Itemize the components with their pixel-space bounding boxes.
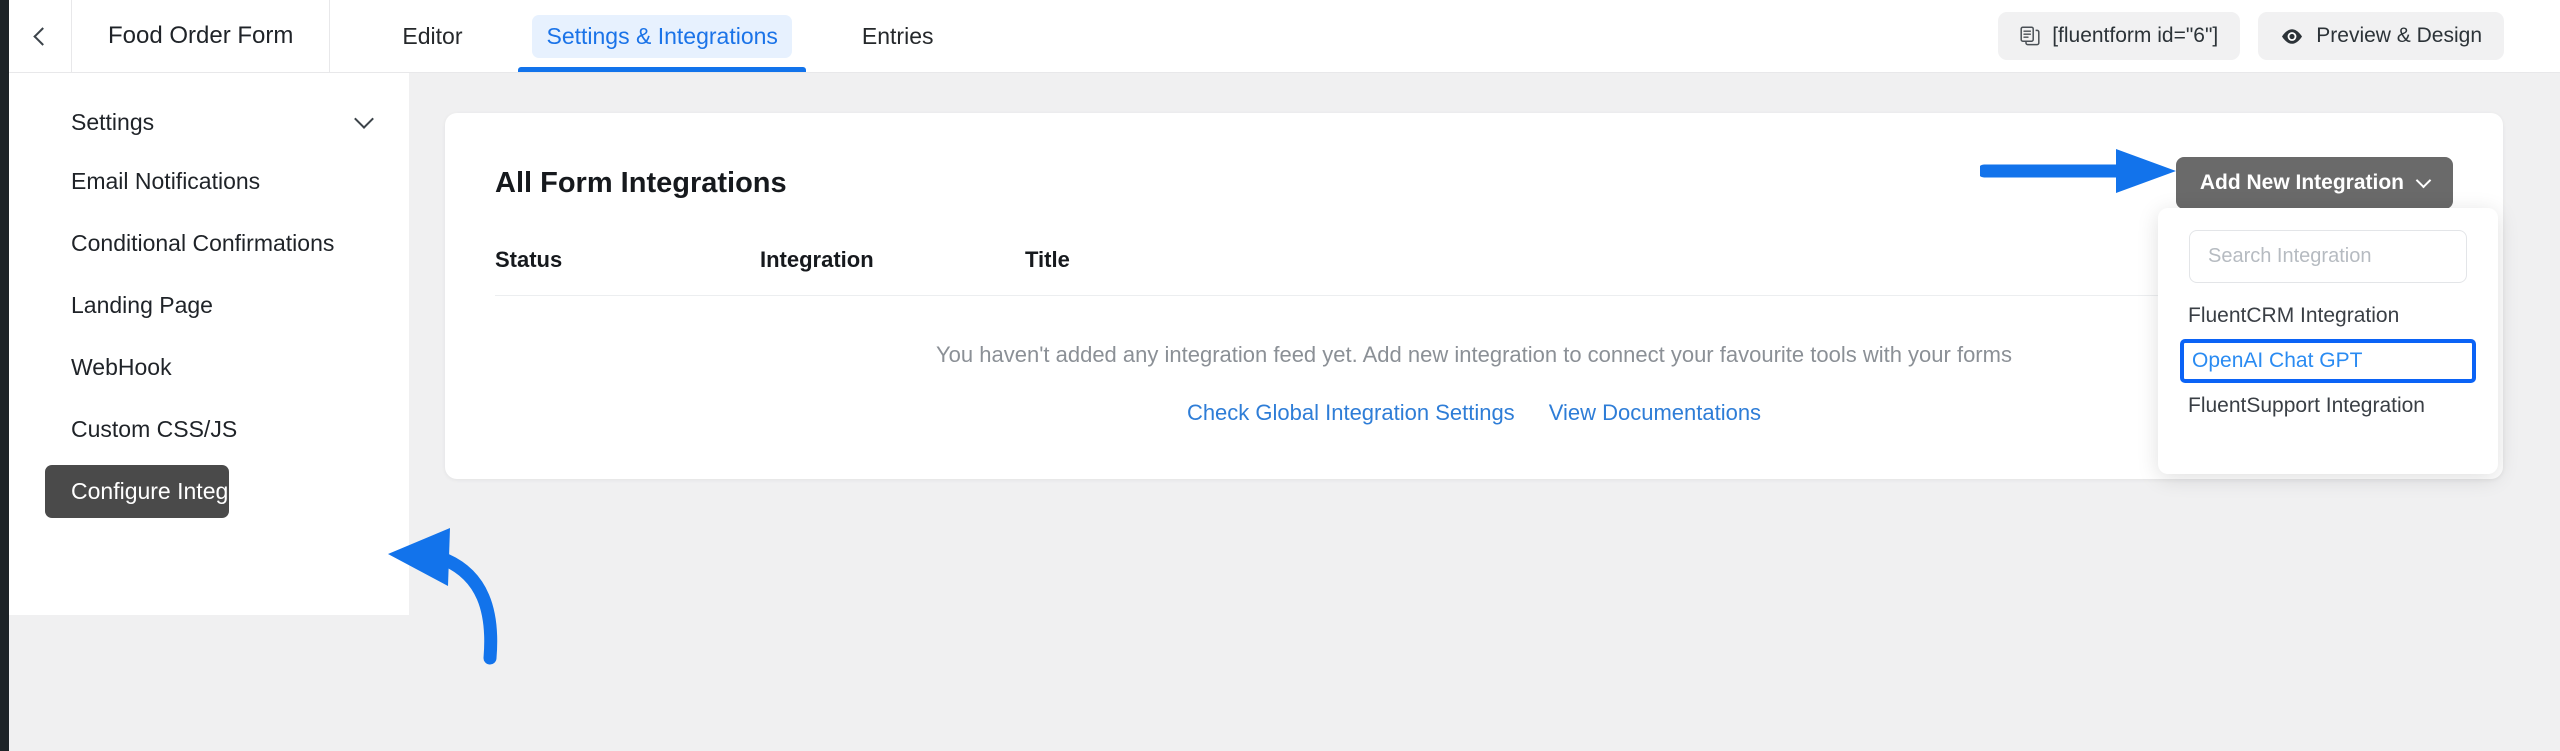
sidebar-item-custom-css-js[interactable]: Custom CSS/JS (9, 403, 409, 456)
sidebar-item-webhook[interactable]: WebHook (9, 341, 409, 394)
empty-state-links: Check Global Integration Settings View D… (685, 400, 2263, 426)
card-header: All Form Integrations Add New Integratio… (445, 113, 2503, 209)
eye-icon (2282, 28, 2303, 44)
top-bar-actions: [fluentform id="6"] Preview & Design (1998, 0, 2560, 72)
dropdown-item-label: FluentSupport Integration (2188, 394, 2425, 417)
back-button[interactable] (9, 0, 72, 72)
sidebar-section-settings-label: Settings (71, 109, 155, 135)
empty-state-message: You haven't added any integration feed y… (936, 342, 2012, 367)
app-root: Food Order Form Editor Settings & Integr… (0, 0, 2560, 751)
dropdown-item-fluentcrm-integration[interactable]: FluentCRM Integration (2158, 295, 2498, 337)
check-global-integration-settings-link[interactable]: Check Global Integration Settings (1187, 400, 1515, 426)
sidebar-item-label: Configure Integrations (71, 478, 298, 504)
dropdown-item-openai-chat-gpt[interactable]: OpenAI Chat GPT (2180, 339, 2476, 383)
tab-editor-label: Editor (402, 22, 463, 49)
card-title: All Form Integrations (495, 166, 787, 199)
wp-admin-strip (0, 0, 9, 751)
sidebar-section-settings[interactable]: Settings (9, 99, 409, 146)
sidebar-item-label: Custom CSS/JS (71, 416, 238, 442)
sidebar-item-label: Conditional Confirmations (71, 230, 335, 256)
tab-editor[interactable]: Editor (366, 0, 498, 72)
sidebar-item-email-notifications[interactable]: Email Notifications (9, 155, 409, 208)
add-integration-dropdown: FluentCRM Integration OpenAI Chat GPT Fl… (2158, 208, 2498, 474)
chevron-down-icon (354, 109, 374, 129)
dropdown-item-fluentsupport-integration[interactable]: FluentSupport Integration (2158, 385, 2498, 427)
sidebar-item-label: Landing Page (71, 292, 213, 318)
shortcode-button[interactable]: [fluentform id="6"] (1998, 12, 2241, 60)
preview-design-button[interactable]: Preview & Design (2258, 12, 2504, 60)
sidebar-item-configure-integrations[interactable]: Configure Integrations (45, 465, 297, 518)
add-new-integration-label: Add New Integration (2199, 171, 2404, 194)
copy-icon (2020, 26, 2040, 46)
shortcode-button-label: [fluentform id="6"] (2052, 24, 2219, 47)
dropdown-item-label: FluentCRM Integration (2188, 304, 2400, 327)
tab-settings-integrations[interactable]: Settings & Integrations (510, 0, 813, 72)
chevron-left-icon (32, 26, 52, 46)
column-header-status: Status (495, 247, 563, 272)
chevron-down-icon (2415, 172, 2432, 189)
sidebar-item-label: WebHook (71, 354, 172, 380)
tab-bar: Editor Settings & Integrations Entries (330, 0, 975, 72)
search-integration-input[interactable] (2189, 230, 2467, 283)
sidebar-item-label: Email Notifications (71, 168, 261, 194)
preview-design-button-label: Preview & Design (2316, 24, 2482, 47)
tab-entries-label: Entries (861, 22, 934, 49)
add-new-integration-button[interactable]: Add New Integration (2175, 157, 2453, 209)
sidebar-item-conditional-confirmations[interactable]: Conditional Confirmations (9, 217, 409, 270)
tab-settings-integrations-label: Settings & Integrations (532, 14, 792, 58)
settings-sidebar: Settings Email Notifications Conditional… (9, 73, 409, 615)
form-title-container: Food Order Form (72, 0, 331, 72)
sidebar-item-landing-page[interactable]: Landing Page (9, 279, 409, 332)
column-header-integration: Integration (760, 247, 874, 272)
top-bar: Food Order Form Editor Settings & Integr… (9, 0, 2560, 73)
tab-entries[interactable]: Entries (826, 0, 970, 72)
view-documentations-link[interactable]: View Documentations (1549, 400, 1761, 426)
page-title: Food Order Form (108, 22, 294, 49)
dropdown-item-label: OpenAI Chat GPT (2192, 349, 2363, 372)
